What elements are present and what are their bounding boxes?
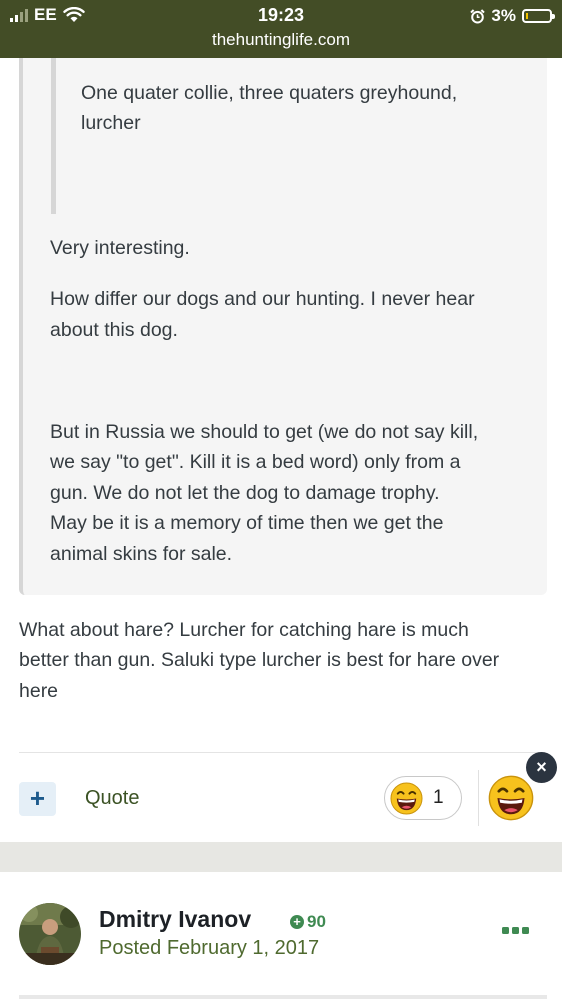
- nested-quote-line: lurcher: [81, 112, 141, 134]
- quote-paragraph-line: gun. We do not let the dog to damage tro…: [50, 482, 440, 504]
- reaction-separator: [478, 770, 479, 826]
- reply-line: better than gun. Saluki type lurcher is …: [19, 649, 500, 671]
- laugh-reaction-button-icon[interactable]: [488, 775, 534, 821]
- next-post-edge: [19, 995, 547, 999]
- battery-percent: 3%: [491, 6, 516, 25]
- reaction-count: 1: [433, 787, 444, 808]
- reputation-count: 90: [307, 912, 326, 931]
- laugh-emoji-icon: [390, 782, 423, 815]
- add-button[interactable]: +: [19, 782, 56, 816]
- reputation-badge: + 90: [290, 912, 326, 932]
- reply-line: What about hare? Lurcher for catching ha…: [19, 619, 469, 641]
- close-reaction-button[interactable]: ×: [526, 752, 557, 783]
- more-options-icon[interactable]: [502, 927, 529, 934]
- avatar[interactable]: [19, 903, 81, 965]
- alarm-icon: [470, 8, 486, 23]
- plus-circle-icon: +: [290, 915, 304, 929]
- posted-date[interactable]: Posted February 1, 2017: [99, 937, 319, 960]
- quote-paragraph-line: How differ our dogs and our hunting. I n…: [50, 288, 475, 310]
- quote-paragraph-line: animal skins for sale.: [50, 543, 233, 565]
- address-url[interactable]: thehuntinglife.com: [0, 30, 562, 50]
- quote-paragraph-line: May be it is a memory of time then we ge…: [50, 512, 444, 534]
- nested-quote-line: One quater collie, three quaters greyhou…: [81, 82, 458, 104]
- quote-paragraph-line: Very interesting.: [50, 237, 190, 259]
- quote-paragraph-line: we say "to get". Kill it is a bed word) …: [50, 451, 461, 473]
- divider: [19, 752, 543, 753]
- reply-line: here: [19, 680, 59, 702]
- quote-button[interactable]: Quote: [85, 787, 139, 810]
- quote-paragraph-line: But in Russia we should to get (we do no…: [50, 421, 479, 443]
- quote-paragraph-line: about this dog.: [50, 319, 178, 341]
- post-separator: [0, 842, 562, 872]
- battery-icon: [522, 9, 555, 23]
- status-bar: EE 19:23 thehuntinglife.com 3%: [0, 0, 562, 58]
- author-name[interactable]: Dmitry Ivanov: [99, 906, 251, 933]
- status-right: 3%: [470, 6, 555, 26]
- avatar-photo-icon: [19, 903, 81, 965]
